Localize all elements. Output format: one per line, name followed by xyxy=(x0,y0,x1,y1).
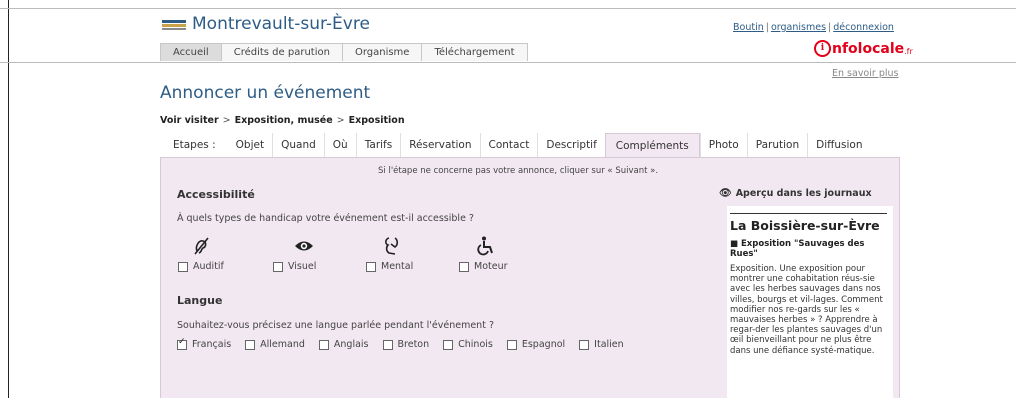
option-label: Mental xyxy=(381,261,414,272)
lang-option-breton[interactable]: Breton xyxy=(382,339,430,350)
option-label: Français xyxy=(192,339,232,350)
option-label: Chinois xyxy=(458,339,493,350)
user-links: Boutin | organismes | déconnexion xyxy=(733,22,894,33)
site-title: Montrevault-sur-Èvre xyxy=(192,14,370,34)
preview-rule xyxy=(730,213,887,214)
lang-option-chinois[interactable]: Chinois xyxy=(443,339,493,350)
info-badge-icon: i xyxy=(814,40,831,57)
preview-town: La Boissière-sur-Èvre xyxy=(730,218,880,233)
tab-credits[interactable]: Crédits de parution xyxy=(220,43,343,61)
breadcrumb-item: Voir visiter xyxy=(160,115,219,126)
breadcrumb: Voir visiter > Exposition, musée > Expositio… xyxy=(160,115,405,126)
newspaper-preview: La Boissière-sur-Èvre ■ Exposition "Sauv… xyxy=(727,206,893,398)
flag-logo-icon xyxy=(162,17,186,31)
handicap-checkbox-label[interactable]: Moteur xyxy=(459,261,508,272)
handicap-checkbox-label[interactable]: Visuel xyxy=(273,261,316,272)
brand-name: nfolocale xyxy=(832,40,905,57)
lang-option-allemand[interactable]: Allemand xyxy=(245,339,305,350)
option-label: Espagnol xyxy=(521,339,566,350)
tab-accueil[interactable]: Accueil xyxy=(160,43,222,61)
auditif-checkbox[interactable] xyxy=(178,261,188,272)
lang-option-francais[interactable]: Français xyxy=(177,337,232,350)
brand-suffix: .fr xyxy=(904,46,913,56)
espagnol-checkbox[interactable] xyxy=(506,339,517,350)
user-link[interactable]: Boutin xyxy=(733,22,764,33)
step-parution[interactable]: Parution xyxy=(746,133,807,157)
moteur-checkbox[interactable] xyxy=(459,261,469,272)
step-objet[interactable]: Objet xyxy=(228,133,272,157)
breadcrumb-item: Exposition, musée xyxy=(234,115,333,126)
visuel-checkbox[interactable] xyxy=(273,261,283,272)
handicap-checkbox-label[interactable]: Mental xyxy=(366,261,413,272)
step-tarifs[interactable]: Tarifs xyxy=(355,133,401,157)
site-logo[interactable]: Montrevault-sur-Èvre xyxy=(162,14,370,34)
organisations-link[interactable]: organismes xyxy=(771,22,826,33)
mental-disability-icon xyxy=(372,236,412,258)
window-border xyxy=(8,0,9,398)
option-label: Italien xyxy=(594,339,624,350)
handicap-checkbox-label[interactable]: Auditif xyxy=(178,261,224,272)
language-question: Souhaitez-vous précisez une langue parlé… xyxy=(177,320,494,331)
step-photo[interactable]: Photo xyxy=(699,133,747,157)
step-contact[interactable]: Contact xyxy=(479,133,538,157)
tab-telechargement[interactable]: Téléchargement xyxy=(421,43,528,61)
hearing-impaired-icon xyxy=(182,236,222,258)
eye-icon xyxy=(284,236,324,258)
preview-heading-text: Aperçu dans les journaux xyxy=(735,188,872,199)
allemand-checkbox[interactable] xyxy=(245,339,256,350)
preview-event-body: Exposition. Une exposition pour montrer … xyxy=(730,264,883,356)
chinois-checkbox[interactable] xyxy=(443,339,454,350)
eye-icon: 👁 xyxy=(719,188,732,199)
option-label: Allemand xyxy=(260,339,305,350)
step-descriptif[interactable]: Descriptif xyxy=(537,133,604,157)
preview-event-title: ■ Exposition "Sauvages des Rues" xyxy=(730,239,865,259)
language-title: Langue xyxy=(177,294,223,307)
mental-checkbox[interactable] xyxy=(366,261,376,272)
breadcrumb-item: Exposition xyxy=(348,115,405,126)
wheelchair-icon xyxy=(466,236,506,258)
step-quand[interactable]: Quand xyxy=(272,133,324,157)
logout-link[interactable]: déconnexion xyxy=(833,22,894,33)
step-reservation[interactable]: Réservation xyxy=(400,133,479,157)
option-label: Visuel xyxy=(288,261,317,272)
skip-hint: Si l'étape ne concerne pas votre annonce… xyxy=(378,166,659,176)
step-diffusion[interactable]: Diffusion xyxy=(807,133,870,157)
option-label: Auditif xyxy=(193,261,224,272)
lang-option-italien[interactable]: Italien xyxy=(579,339,624,350)
francais-checkbox[interactable] xyxy=(177,337,187,350)
step-ou[interactable]: Où xyxy=(323,133,356,157)
step-complements[interactable]: Compléments xyxy=(604,133,700,157)
tab-organisme[interactable]: Organisme xyxy=(341,43,423,61)
page-title: Annoncer un événement xyxy=(160,83,371,103)
language-options: Français Allemand Anglais Breton Chinois… xyxy=(177,337,638,350)
option-label: Breton xyxy=(397,339,430,350)
preview-heading: 👁 Aperçu dans les journaux xyxy=(719,188,872,199)
accessibility-title: Accessibilité xyxy=(177,188,255,201)
header-divider xyxy=(0,62,1016,63)
breton-checkbox[interactable] xyxy=(382,339,393,350)
top-divider xyxy=(0,8,1016,9)
steps-label: Etapes : xyxy=(173,139,216,151)
italien-checkbox[interactable] xyxy=(579,339,590,350)
anglais-checkbox[interactable] xyxy=(318,339,329,350)
learn-more-link[interactable]: En savoir plus xyxy=(832,68,898,79)
option-label: Anglais xyxy=(333,339,369,350)
main-nav-tabs: Accueil Crédits de parution Organisme Té… xyxy=(160,43,528,62)
accessibility-question: À quels types de handicap votre événemen… xyxy=(177,213,474,224)
option-label: Moteur xyxy=(474,261,508,272)
lang-option-espagnol[interactable]: Espagnol xyxy=(506,339,566,350)
lang-option-anglais[interactable]: Anglais xyxy=(318,339,369,350)
step-tabs: Etapes : Objet Quand Où Tarifs Réservati… xyxy=(160,133,870,157)
infolocale-logo[interactable]: i nfolocale .fr xyxy=(814,40,913,57)
